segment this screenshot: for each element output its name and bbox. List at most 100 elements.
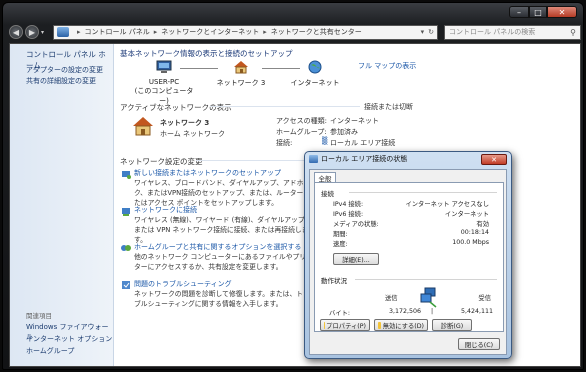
breadcrumb-sharing-center[interactable]: ネットワークと共有センター — [271, 27, 362, 37]
troubleshoot-icon — [122, 281, 130, 289]
access-type-value: インターネット — [330, 117, 379, 125]
refresh-icon[interactable]: ↻ — [428, 28, 434, 36]
dialog-body: 全般 接続 IPv4 接続: インターネット アクセスなし IPv6 接続: イ… — [309, 169, 507, 355]
bytes-sent-value: 3,172,506 — [389, 308, 422, 315]
map-node-internet[interactable]: インターネット — [290, 60, 340, 88]
connection-group-title: 接続 — [321, 190, 334, 198]
ipv6-label: IPv6 接続: — [333, 211, 364, 218]
close-dialog-button[interactable]: 閉じる(C) — [458, 338, 500, 350]
sidebar-link-homegroup[interactable]: ホームグループ — [26, 346, 74, 356]
back-button[interactable]: ◀ — [9, 25, 23, 39]
task-troubleshoot-desc: ネットワークの問題を診断して修復します。または、トラブルシューティングに関する情… — [134, 290, 310, 308]
recent-pages-dropdown[interactable]: ▾ — [41, 29, 49, 36]
computer-icon — [156, 60, 172, 73]
task-homegroup-sharing: ホームグループと共有に関するオプションを選択する 他のネットワーク コンピュータ… — [121, 242, 314, 272]
task-connect-network: ネットワークに接続 ワイヤレス (無線)、ワイヤード (有線)、ダイヤルアップ、… — [122, 205, 314, 245]
disable-button[interactable]: 無効にする(D) — [374, 319, 428, 331]
new-connection-icon — [122, 171, 131, 179]
home-network-icon — [234, 61, 248, 74]
forward-button[interactable]: ▶ — [25, 25, 39, 39]
divider — [349, 192, 497, 193]
task-new-connection-desc: ワイヤレス、ブロードバンド、ダイヤルアップ、アドホック、またはVPN接続のセット… — [134, 179, 311, 207]
details-button[interactable]: 詳細(E)... — [333, 253, 379, 265]
address-row: ◀ ▶ ▾ ▸ コントロール パネル ▸ ネットワークとインターネット ▸ ネッ… — [9, 23, 581, 41]
sidebar-link-internet-options[interactable]: インターネット オプション — [26, 334, 112, 344]
breadcrumb-separator: ▸ — [77, 28, 81, 36]
breadcrumb-control-panel[interactable]: コントロール パネル — [85, 27, 150, 37]
homegroup-sharing-icon — [121, 245, 131, 251]
map-node-internet-label: インターネット — [290, 79, 340, 87]
address-dropdown-icon[interactable]: ▾ — [421, 28, 425, 36]
shield-icon — [378, 321, 381, 329]
connections-label: 接続: — [276, 139, 293, 147]
tab-panel-general: 接続 IPv4 接続: インターネット アクセスなし IPv6 接続: インター… — [314, 182, 504, 332]
dialog-close-button[interactable]: ✕ — [481, 154, 507, 165]
disable-button-label: 無効にする(D) — [382, 322, 424, 330]
change-settings-title: ネットワーク設定の変更 — [120, 157, 203, 166]
connection-status-dialog: ローカル エリア接続の状態 ✕ 全般 接続 IPv4 接続: インターネット ア… — [304, 151, 512, 359]
sent-label: 送信 — [385, 295, 398, 302]
activity-separator: | — [431, 308, 434, 315]
network-adapter-icon — [309, 155, 318, 163]
ethernet-icon: ▒ — [322, 137, 328, 145]
task-homegroup-sharing-desc: 他のネットワーク コンピューターにあるファイルやプリンターにアクセスするか、共有… — [134, 253, 313, 271]
connect-disconnect-link[interactable]: 接続または切断 — [364, 102, 413, 112]
network-type-link[interactable]: ホーム ネットワーク — [160, 129, 225, 139]
task-homegroup-sharing-link[interactable]: ホームグループと共有に関するオプションを選択する — [134, 242, 314, 252]
properties-button[interactable]: プロパティ(P) — [320, 319, 370, 331]
breadcrumb-separator: ▸ — [263, 28, 267, 36]
sidebar-item-adapter-settings[interactable]: アダプターの設定の変更 — [26, 65, 103, 75]
close-window-button[interactable]: ✕ — [547, 6, 577, 18]
control-panel-icon — [57, 27, 69, 37]
page-title: 基本ネットワーク情報の表示と接続のセットアップ — [120, 49, 293, 58]
map-node-computer[interactable]: USER-PC (このコンピューター) — [134, 60, 194, 106]
duration-value: 00:18:14 — [460, 229, 489, 236]
search-input[interactable]: コントロール パネルの検索 ⚲ — [444, 24, 581, 40]
connect-network-icon — [122, 208, 130, 216]
maximize-button[interactable]: □ — [529, 6, 547, 18]
speed-value: 100.0 Mbps — [452, 239, 489, 246]
map-node-network-label: ネットワーク 3 — [216, 79, 266, 87]
task-new-connection: 新しい接続またはネットワークのセットアップ ワイヤレス、ブロードバンド、ダイヤル… — [122, 168, 314, 208]
homegroup-label: ホームグループ: — [276, 128, 327, 136]
media-state-value: 有効 — [476, 221, 489, 228]
see-also-title: 関連項目 — [26, 312, 52, 320]
sidebar-item-advanced-sharing[interactable]: 共有の詳細設定の変更 — [26, 76, 96, 86]
network-name: ネットワーク 3 — [160, 119, 210, 127]
sidebar: コントロール パネル ホーム アダプターの設定の変更 共有の詳細設定の変更 関連… — [10, 44, 114, 366]
dialog-titlebar[interactable]: ローカル エリア接続の状態 — [309, 154, 407, 164]
active-networks-title: アクティブなネットワークの表示 — [120, 103, 232, 112]
divider — [210, 106, 360, 107]
homegroup-value-link[interactable]: 参加済み — [330, 127, 358, 137]
breadcrumb-network-internet[interactable]: ネットワークとインターネット — [161, 27, 259, 37]
map-node-network[interactable]: ネットワーク 3 — [216, 60, 266, 88]
task-connect-network-desc: ワイヤレス (無線)、ワイヤード (有線)、ダイヤルアップ、または VPN ネッ… — [134, 216, 312, 244]
search-icon[interactable]: ⚲ — [570, 28, 576, 37]
search-placeholder: コントロール パネルの検索 — [449, 28, 536, 36]
media-state-label: メディアの状態: — [333, 221, 379, 228]
properties-button-label: プロパティ(P) — [326, 322, 366, 330]
bytes-label: バイト: — [329, 310, 351, 317]
divider — [196, 160, 310, 161]
connection-link[interactable]: ローカル エリア接続 — [330, 138, 395, 148]
received-label: 受信 — [478, 295, 491, 302]
task-troubleshoot: 問題のトラブルシューティング ネットワークの問題を診断して修復します。または、ト… — [122, 279, 314, 309]
map-connector — [180, 68, 218, 69]
ipv4-label: IPv4 接続: — [333, 201, 364, 208]
task-new-connection-link[interactable]: 新しい接続またはネットワークのセットアップ — [134, 168, 314, 178]
bytes-received-value: 5,424,111 — [460, 308, 493, 315]
task-troubleshoot-link[interactable]: 問題のトラブルシューティング — [134, 279, 314, 289]
ipv6-value: インターネット — [444, 211, 489, 218]
duration-label: 期間: — [333, 231, 348, 238]
access-type-label: アクセスの種類: — [276, 117, 328, 125]
diagnose-button[interactable]: 診断(G) — [432, 319, 472, 331]
ipv4-value: インターネット アクセスなし — [405, 201, 489, 208]
house-icon — [133, 117, 153, 136]
task-connect-network-link[interactable]: ネットワークに接続 — [134, 205, 314, 215]
caption-buttons: – □ ✕ — [509, 6, 577, 18]
speed-label: 速度: — [333, 241, 348, 248]
minimize-button[interactable]: – — [509, 6, 529, 18]
breadcrumb-separator: ▸ — [153, 28, 158, 36]
full-map-link[interactable]: フル マップの表示 — [358, 61, 416, 71]
address-bar[interactable]: ▸ コントロール パネル ▸ ネットワークとインターネット ▸ ネットワークと共… — [53, 24, 438, 40]
